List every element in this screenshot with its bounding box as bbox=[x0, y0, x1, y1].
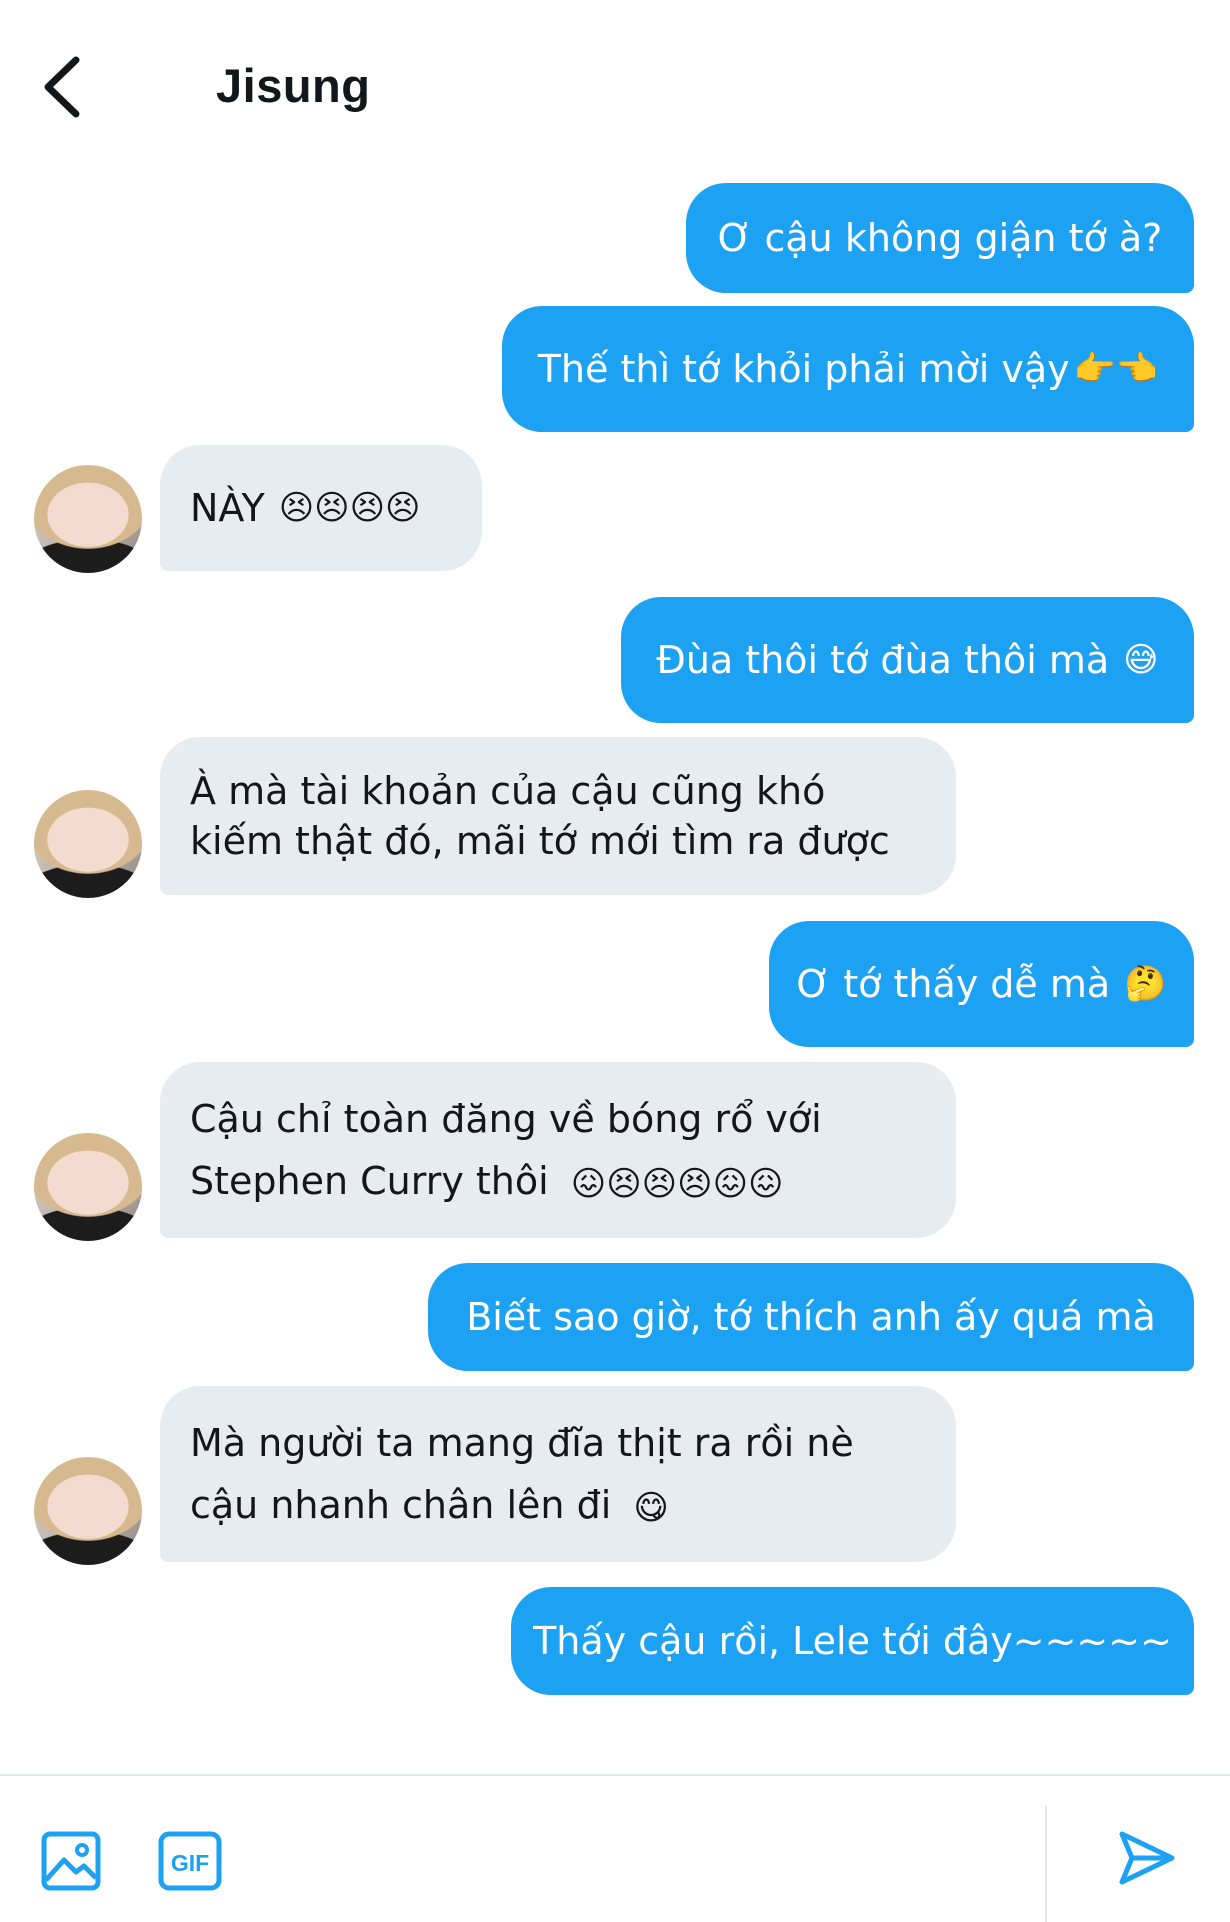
emoji: 👉👈 bbox=[1073, 349, 1159, 389]
message-bubble-sent[interactable]: Ơ cậu không giận tớ à? bbox=[686, 183, 1194, 293]
avatar[interactable] bbox=[34, 1133, 142, 1241]
message-composer: GIF bbox=[0, 1774, 1230, 1922]
avatar[interactable] bbox=[34, 790, 142, 898]
message-text-line: Mà người ta mang đĩa thịt ra rồi nè bbox=[190, 1421, 854, 1465]
message-text-line: Cậu chỉ toàn đăng về bóng rổ với bbox=[190, 1097, 822, 1141]
conversation-title: Jisung bbox=[216, 59, 371, 112]
conversation-header: Jisung bbox=[0, 0, 1230, 170]
message-text-line: cậu nhanh chân lên đi bbox=[190, 1483, 612, 1527]
message-text: Ơ tớ thấy dễ mà bbox=[796, 962, 1111, 1006]
message-text: Ơ cậu không giận tớ à? bbox=[717, 216, 1163, 260]
message-bubble-received[interactable]: Cậu chỉ toàn đăng về bóng rổ với Stephen… bbox=[160, 1062, 956, 1238]
message-bubble-sent[interactable]: Biết sao giờ, tớ thích anh ấy quá mà bbox=[428, 1263, 1194, 1371]
message-bubble-sent[interactable]: Thấy cậu rồi, Lele tới đây~~~~~ bbox=[511, 1587, 1194, 1695]
emoji: 😣😣😣😣 bbox=[278, 488, 421, 528]
message-bubble-received[interactable]: À mà tài khoản của cậu cũng khó kiếm thậ… bbox=[160, 737, 956, 895]
emoji: 😋 bbox=[633, 1487, 669, 1528]
message-text-line: À mà tài khoản của cậu cũng khó bbox=[190, 769, 826, 813]
message-bubble-sent[interactable]: Thế thì tớ khỏi phải mời vậy 👉👈 bbox=[502, 306, 1194, 432]
message-text: Đùa thôi tớ đùa thôi mà bbox=[656, 638, 1110, 682]
add-gif-button[interactable]: GIF bbox=[157, 1830, 223, 1896]
avatar[interactable] bbox=[34, 1457, 142, 1565]
emoji: 😅 bbox=[1123, 640, 1159, 680]
composer-divider bbox=[1045, 1806, 1047, 1922]
emoji: 😖😣😣😣😖😖 bbox=[570, 1163, 784, 1204]
message-text: Thế thì tớ khỏi phải mời vậy bbox=[537, 347, 1070, 391]
message-bubble-received[interactable]: NÀY 😣😣😣😣 bbox=[160, 445, 482, 571]
message-text: NÀY bbox=[190, 486, 265, 530]
gif-icon: GIF bbox=[158, 1831, 222, 1891]
gif-label: GIF bbox=[171, 1850, 209, 1876]
message-bubble-received[interactable]: Mà người ta mang đĩa thịt ra rồi nè cậu … bbox=[160, 1386, 956, 1562]
send-icon bbox=[1119, 1831, 1175, 1885]
send-button[interactable] bbox=[1116, 1828, 1176, 1892]
message-text-line: kiếm thật đó, mãi tớ mới tìm ra được bbox=[190, 819, 890, 863]
message-text: Biết sao giờ, tớ thích anh ấy quá mà bbox=[466, 1295, 1156, 1339]
avatar[interactable] bbox=[34, 465, 142, 573]
message-bubble-sent[interactable]: Đùa thôi tớ đùa thôi mà 😅 bbox=[621, 597, 1194, 723]
message-bubble-sent[interactable]: Ơ tớ thấy dễ mà 🤔 bbox=[769, 921, 1194, 1047]
message-text-line: Stephen Curry thôi bbox=[190, 1159, 549, 1203]
chevron-left-icon bbox=[44, 56, 80, 118]
back-button[interactable] bbox=[40, 52, 90, 122]
add-image-button[interactable] bbox=[40, 1830, 102, 1896]
emoji: 🤔 bbox=[1124, 964, 1167, 1004]
image-icon bbox=[41, 1831, 101, 1891]
message-text: Thấy cậu rồi, Lele tới đây~~~~~ bbox=[533, 1619, 1172, 1663]
